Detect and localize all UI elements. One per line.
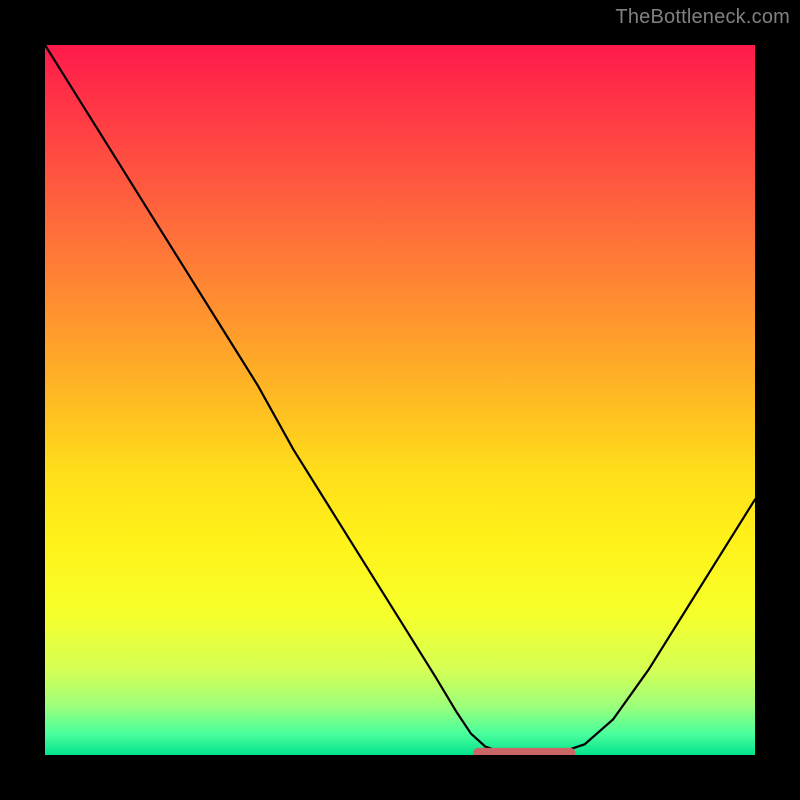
bottleneck-curve: [45, 45, 755, 754]
attribution-text: TheBottleneck.com: [615, 6, 790, 29]
plot-area: [45, 45, 755, 755]
chart-container: TheBottleneck.com: [0, 0, 800, 800]
chart-svg: [45, 45, 755, 755]
